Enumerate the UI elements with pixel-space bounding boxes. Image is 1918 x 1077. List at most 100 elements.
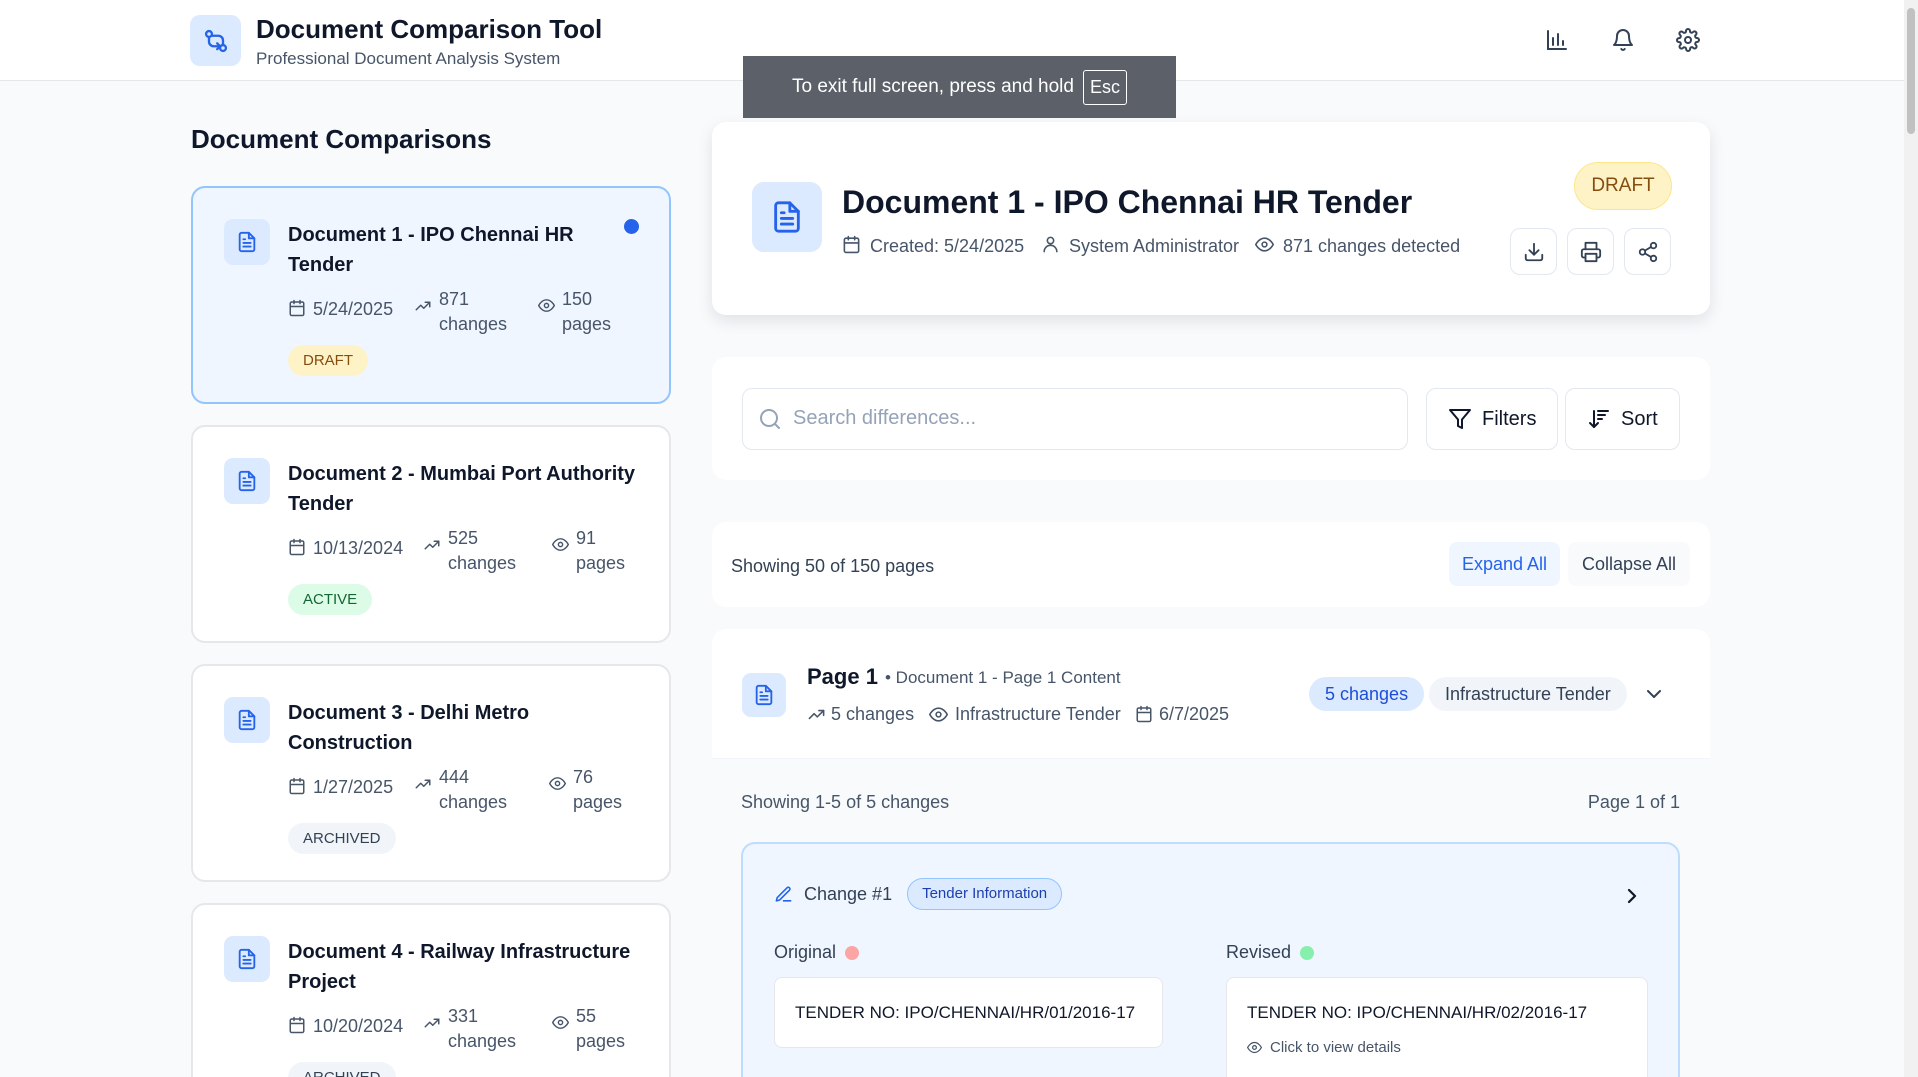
fullscreen-toast: To exit full screen, press and hold Esc — [743, 56, 1176, 118]
user-icon — [1041, 235, 1060, 254]
trend-icon — [423, 536, 441, 554]
print-button[interactable] — [1567, 228, 1614, 275]
search-icon — [758, 407, 782, 431]
change-tag: Tender Information — [907, 878, 1063, 910]
page-body: Showing 1-5 of 5 changes Page 1 of 1 Cha… — [712, 759, 1710, 1077]
changes-range: Showing 1-5 of 5 changes — [741, 792, 950, 812]
page-changes: 5 changes — [807, 704, 914, 725]
change-card[interactable]: Change #1 Tender Information Original Re… — [741, 842, 1680, 1077]
author: System Administrator — [1041, 234, 1239, 258]
calendar-icon — [1135, 705, 1153, 723]
share-button[interactable] — [1624, 228, 1671, 275]
results-summary: Showing 50 of 150 pages Expand All Colla… — [712, 522, 1710, 607]
calendar-icon — [288, 777, 306, 795]
document-changes: 525 changes — [423, 526, 516, 576]
page-card: Page 1 • Document 1 - Page 1 Content 5 c… — [712, 629, 1710, 1077]
filter-icon — [1449, 409, 1471, 429]
eye-icon — [549, 775, 566, 792]
pagination-info: Page 1 of 1 — [1587, 792, 1680, 812]
eye-icon — [1255, 235, 1274, 254]
status-badge: ARCHIVED — [288, 823, 396, 854]
page-title: Page 1 — [807, 664, 878, 689]
trend-icon — [414, 775, 432, 793]
view-details-hint: Click to view details — [1247, 1039, 1401, 1056]
app-title: Document Comparison Tool — [256, 14, 603, 44]
calendar-icon — [288, 299, 306, 317]
app-subtitle: Professional Document Analysis System — [256, 49, 561, 68]
status-badge: ARCHIVED — [288, 1062, 396, 1077]
gear-icon — [1676, 28, 1700, 52]
revised-label: Revised — [1226, 942, 1315, 963]
changes-badge: 5 changes — [1309, 677, 1425, 711]
pencil-icon — [774, 885, 793, 904]
calendar-icon — [288, 538, 306, 556]
page-date: 6/7/2025 — [1135, 704, 1229, 725]
document-date: 1/27/2025 — [288, 775, 393, 800]
search-input[interactable]: Search differences... — [742, 388, 1408, 450]
collapse-all-button[interactable]: Collapse All — [1568, 542, 1690, 586]
document-name: Document 1 - IPO Chennai HR Tender — [288, 224, 574, 276]
compare-icon — [190, 15, 241, 66]
calendar-icon — [842, 235, 861, 254]
document-detail-card: Document 1 - IPO Chennai HR Tender Creat… — [712, 122, 1710, 315]
search-placeholder: Search differences... — [793, 407, 977, 429]
trend-icon — [423, 1014, 441, 1032]
category-badge: Infrastructure Tender — [1429, 677, 1627, 711]
change-title: Change #1 Tender Information — [774, 878, 1063, 910]
selected-indicator — [624, 219, 639, 234]
eye-icon — [538, 297, 555, 314]
eye-icon — [929, 705, 948, 724]
document-icon — [224, 697, 270, 743]
scrollbar-thumb[interactable] — [1907, 8, 1915, 134]
settings-button[interactable] — [1668, 20, 1708, 60]
share-icon — [1638, 241, 1657, 262]
chart-icon — [1547, 30, 1567, 50]
document-name: Document 4 - Railway Infrastructure Proj… — [288, 941, 631, 993]
bell-icon — [1613, 29, 1633, 51]
page-category: Infrastructure Tender — [929, 704, 1121, 725]
status-badge: DRAFT — [288, 345, 368, 376]
chevron-right-icon[interactable] — [1620, 884, 1644, 908]
document-icon — [742, 673, 786, 717]
sort-icon — [1589, 410, 1609, 428]
trend-icon — [414, 297, 432, 315]
notifications-button[interactable] — [1603, 20, 1643, 60]
document-card-2[interactable]: Document 2 - Mumbai Port Authority Tende… — [191, 425, 671, 643]
download-icon — [1524, 242, 1543, 261]
eye-icon — [552, 536, 569, 553]
original-value: TENDER NO: IPO/CHENNAI/HR/01/2016-17 — [774, 977, 1163, 1048]
document-card-1[interactable]: Document 1 - IPO Chennai HR Tender 5/24/… — [191, 186, 671, 404]
changes-detected: 871 changes detected — [1255, 234, 1460, 258]
filters-button[interactable]: Filters — [1426, 388, 1559, 450]
toast-text: To exit full screen, press and hold — [791, 76, 1074, 97]
document-pages: 55 pages — [552, 1004, 625, 1054]
analytics-button[interactable] — [1537, 20, 1577, 60]
search-card: Search differences... Filters Sort — [712, 357, 1710, 480]
trend-icon — [807, 705, 826, 724]
results-count: Showing 50 of 150 pages — [731, 556, 935, 576]
sort-button[interactable]: Sort — [1565, 388, 1680, 450]
document-date: 10/20/2024 — [288, 1014, 403, 1039]
status-badge: DRAFT — [1574, 162, 1672, 210]
document-icon — [224, 936, 270, 982]
scrollbar-track[interactable] — [1904, 0, 1918, 1077]
document-changes: 871 changes — [414, 287, 507, 337]
original-label: Original — [774, 942, 860, 963]
document-pages: 76 pages — [549, 765, 622, 815]
document-icon — [224, 219, 270, 265]
document-card-4[interactable]: Document 4 - Railway Infrastructure Proj… — [191, 903, 671, 1077]
page-header[interactable]: Page 1 • Document 1 - Page 1 Content 5 c… — [712, 629, 1710, 759]
created-date: Created: 5/24/2025 — [842, 234, 1024, 258]
print-icon — [1580, 241, 1601, 262]
chevron-down-icon[interactable] — [1642, 682, 1666, 706]
document-name: Document 2 - Mumbai Port Authority Tende… — [288, 463, 636, 515]
document-changes: 444 changes — [414, 765, 507, 815]
revised-value[interactable]: TENDER NO: IPO/CHENNAI/HR/02/2016-17 Cli… — [1226, 977, 1648, 1077]
esc-key: Esc — [1082, 69, 1127, 105]
document-card-3[interactable]: Document 3 - Delhi Metro Construction 1/… — [191, 664, 671, 882]
download-button[interactable] — [1510, 228, 1557, 275]
document-name: Document 3 - Delhi Metro Construction — [288, 702, 530, 754]
document-title: Document 1 - IPO Chennai HR Tender — [842, 184, 1413, 220]
expand-all-button[interactable]: Expand All — [1449, 542, 1560, 586]
document-pages: 150 pages — [538, 287, 611, 337]
